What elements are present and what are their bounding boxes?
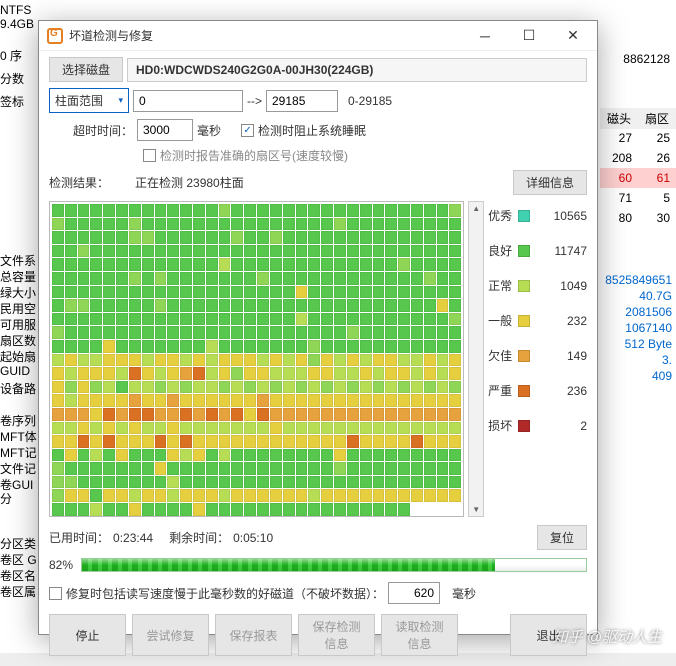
try-repair-button[interactable]: 尝试修复 xyxy=(132,614,209,656)
arrow-label: --> xyxy=(247,94,262,108)
bg-table-head: 磁头扇区 xyxy=(600,108,676,129)
legend-item: 优秀10565 xyxy=(488,207,587,224)
close-button[interactable]: ✕ xyxy=(551,21,595,51)
bg-left-labels: 文件系总容量绿大小民用空可用服扇区数起始扇GUID设备路卷序列MFT体MFT记文… xyxy=(0,252,37,492)
maximize-button[interactable]: ☐ xyxy=(507,21,551,51)
legend-item: 欠佳149 xyxy=(488,347,587,364)
legend-item: 损坏2 xyxy=(488,417,587,434)
accurate-label: 检测时报告准确的扇区号(速度较慢) xyxy=(160,147,348,164)
legend-item: 正常1049 xyxy=(488,277,587,294)
accurate-checkbox[interactable] xyxy=(143,149,156,162)
elapsed-label: 已用时间： xyxy=(49,529,109,546)
bg-bottom-labels: 分区类卷区 G卷区名卷区属 xyxy=(0,535,37,599)
range-from-input[interactable] xyxy=(133,90,243,112)
legend-item: 严重236 xyxy=(488,382,587,399)
reset-button[interactable]: 复位 xyxy=(537,525,587,550)
timeout-input[interactable] xyxy=(137,119,193,141)
progress-bar xyxy=(81,558,587,572)
repair-note: 修复时包括读写速度慢于此毫秒数的好磁道（不破坏数据）： xyxy=(66,585,384,602)
remain-label: 剩余时间： xyxy=(169,529,229,546)
bg-seq: 0 序 xyxy=(0,47,34,64)
ms2-label: 毫秒 xyxy=(452,585,476,602)
detail-button[interactable]: 详细信息 xyxy=(513,170,587,195)
range-full: 0-29185 xyxy=(348,94,392,108)
remain-value: 0:05:10 xyxy=(233,531,273,545)
result-label: 检测结果： xyxy=(49,174,109,191)
scroll-down-icon[interactable]: ▼ xyxy=(472,505,480,514)
bg-bignum: 8862128 xyxy=(623,52,670,66)
chevron-down-icon: ▾ xyxy=(118,95,123,106)
bg-label: 签标 xyxy=(0,93,34,110)
block-grid xyxy=(49,201,464,517)
timeout-label: 超时时间： xyxy=(49,122,133,139)
bg-size: 9.4GB xyxy=(0,17,34,31)
minimize-button[interactable]: ─ xyxy=(463,21,507,51)
range-to-input[interactable] xyxy=(266,90,338,112)
ms-label: 毫秒 xyxy=(197,122,221,139)
titlebar[interactable]: 坏道检测与修复 ─ ☐ ✕ xyxy=(39,21,597,51)
scroll-up-icon[interactable]: ▲ xyxy=(472,204,480,213)
bg-fs: NTFS xyxy=(0,3,34,17)
repair-ms-input[interactable] xyxy=(388,582,440,604)
watermark: 知乎 @驱动人生 xyxy=(553,626,662,647)
load-detect-button[interactable]: 读取检测信息 xyxy=(381,614,458,656)
bg-table-rows: 27252082660617158030 xyxy=(600,128,676,228)
stop-button[interactable]: 停止 xyxy=(49,614,126,656)
elapsed-value: 0:23:44 xyxy=(113,531,153,545)
bg-anal: 分 xyxy=(0,490,12,507)
sleep-checkbox[interactable]: ✓ xyxy=(241,124,254,137)
disk-label: HD0:WDCWDS240G2G0A-00JH30(224GB) xyxy=(127,58,587,82)
legend: 优秀10565 良好11747 正常1049 一般232 欠佳149 严重236 损坏2 xyxy=(488,201,587,517)
legend-item: 良好11747 xyxy=(488,242,587,259)
bg-blue-values: 852584965140.7G20815061067140512 Byte3.4… xyxy=(605,272,672,384)
app-icon xyxy=(47,28,63,44)
bg-fen: 分数 xyxy=(0,70,34,87)
window-title: 坏道检测与修复 xyxy=(69,27,463,44)
legend-item: 一般232 xyxy=(488,312,587,329)
sleep-label: 检测时阻止系统睡眠 xyxy=(258,122,366,139)
dialog-window: 坏道检测与修复 ─ ☐ ✕ 选择磁盘 HD0:WDCWDS240G2G0A-00… xyxy=(38,20,598,635)
percent-label: 82% xyxy=(49,558,73,572)
range-mode-select[interactable]: 柱面范围▾ xyxy=(49,88,129,113)
repair-checkbox[interactable] xyxy=(49,587,62,600)
select-disk-button[interactable]: 选择磁盘 xyxy=(49,57,123,82)
save-detect-button[interactable]: 保存检测信息 xyxy=(298,614,375,656)
grid-scrollbar[interactable]: ▲ ▼ xyxy=(468,201,484,517)
result-value: 正在检测 23980柱面 xyxy=(135,174,244,191)
save-report-button[interactable]: 保存报表 xyxy=(215,614,292,656)
